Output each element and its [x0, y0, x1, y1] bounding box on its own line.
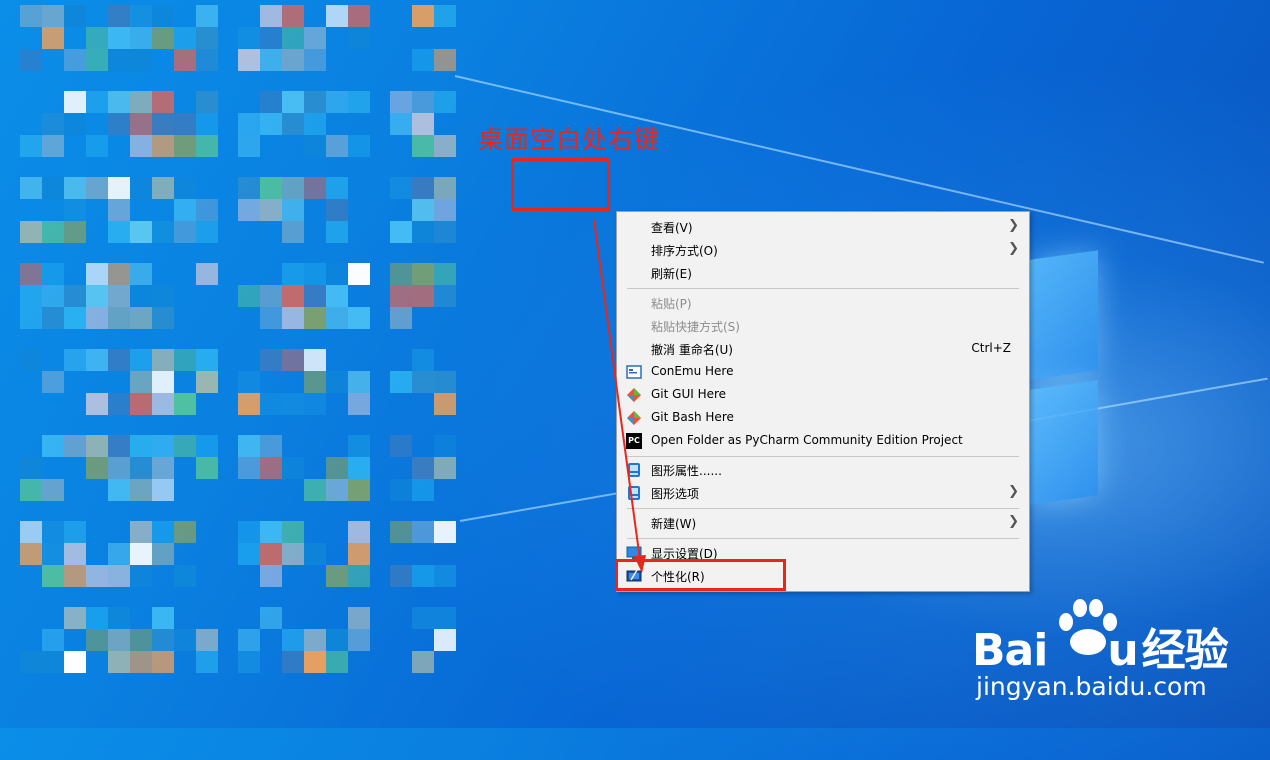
baidu-brand-text: Bai u经验	[972, 625, 1229, 676]
baidu-url-text: jingyan.baidu.com	[976, 672, 1207, 701]
